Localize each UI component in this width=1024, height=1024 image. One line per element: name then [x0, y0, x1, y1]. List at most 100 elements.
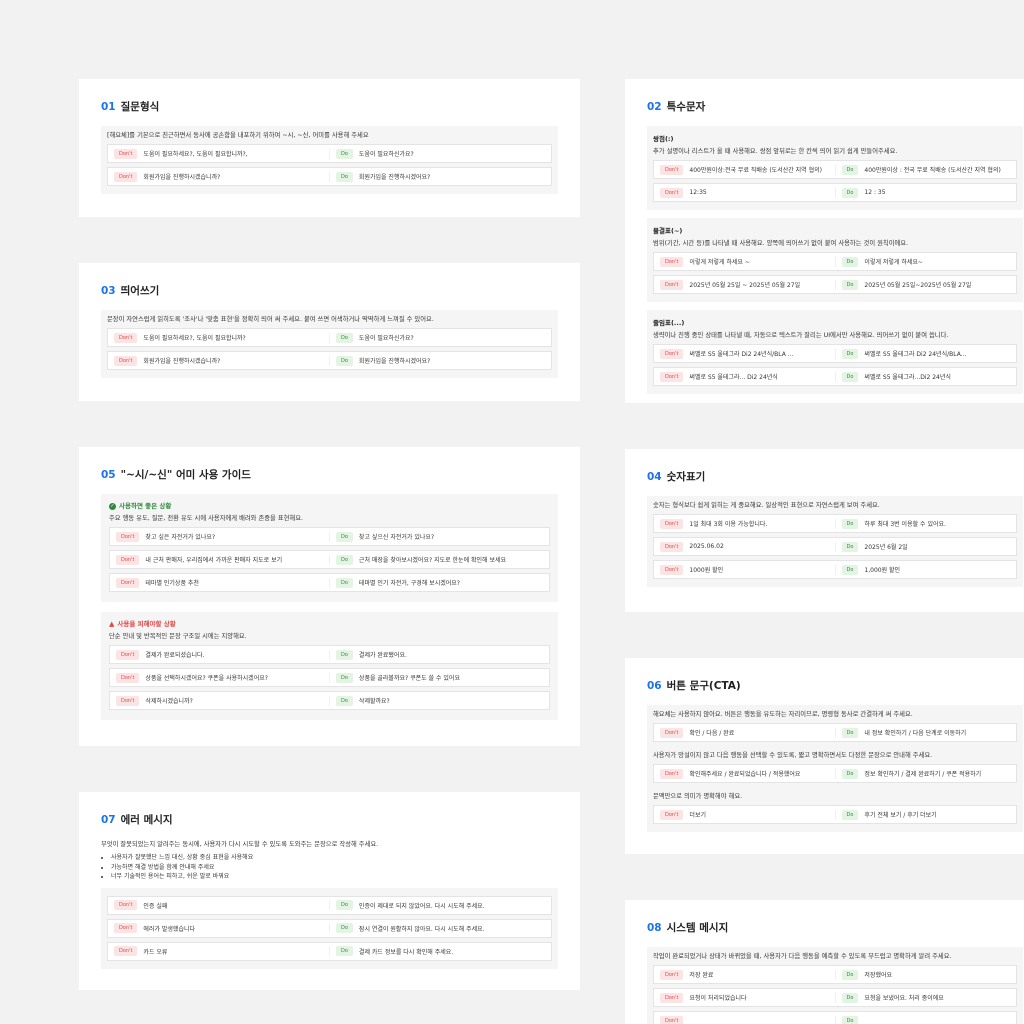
card-title: 03 띄어쓰기	[101, 285, 160, 297]
dont-example: Don't	[654, 1015, 835, 1024]
comparison-row: Don't 찾고 싶은 자전거가 있나요? Do 찾고 싶으신 자전거가 있나요?	[109, 527, 550, 546]
dont-badge: Don't	[116, 531, 140, 542]
good-usage-panel: ✓ 사용하면 좋은 상황 주요 행동 유도, 질문, 전환 유도 시에 사용자에게…	[101, 494, 558, 602]
do-example: Do 도움이 필요하신가요?	[329, 332, 551, 343]
dont-text: 테마별 인기상품 추천	[145, 580, 199, 587]
dont-example: Don't 확인해주세요 / 완료되었습니다 / 적용했어요	[654, 768, 835, 779]
example-panel: Don't 인증 실패 Do 인증이 제대로 되지 않았어요. 다시 시도해 주세요.…	[101, 887, 558, 969]
dont-text: 에러가 발생했습니다	[143, 925, 196, 933]
group-description: 범위(기간, 시간 등)를 나타낼 때 사용해요. 양쪽에 띄어쓰기 없이 붙여…	[653, 240, 909, 247]
do-example: Do 12 : 35	[834, 187, 1017, 198]
comparison-row: Don't 결제가 완료되셨습니다. Do 결제가 완료됐어요.	[109, 645, 550, 664]
dont-badge: Don't	[116, 695, 140, 706]
do-example: Do 하루 최대 3번 이용할 수 있어요.	[834, 518, 1017, 529]
dont-text: 써벨로 S5 울테그라 Di2 24년식/BLA ...	[689, 351, 794, 358]
do-example: Do 정보 확인하기 / 결제 완료하기 / 쿠폰 적용하기	[834, 768, 1017, 779]
dont-example: Don't 확인 / 다음 / 완료	[654, 727, 835, 738]
dont-example: Don't 인증 실패	[108, 900, 329, 910]
do-text: 결제 카드 정보를 다시 확인해 주세요.	[358, 948, 454, 956]
comparison-row: Don't 인증 실패 Do 인증이 제대로 되지 않았어요. 다시 시도해 주세요.	[107, 895, 552, 915]
dont-example: Don't 400만원이상:전국 무료 직배송 (도서산간 지역 협의)	[654, 164, 835, 175]
dont-example: Don't 1일 최대 3회 이용 가능합니다.	[654, 518, 835, 529]
section-description: 무엇이 잘못되었는지 알려주는 동시에, 사용자가 다시 시도할 수 있도록 도…	[101, 841, 379, 848]
do-text: 회원가입을 진행하시겠어요?	[358, 174, 431, 181]
do-badge: Do	[841, 256, 859, 267]
dont-example: Don't 2025.06.02	[654, 541, 835, 552]
do-example: Do 찾고 싶으신 자전거가 있나요?	[329, 531, 549, 542]
dont-badge: Don't	[114, 923, 138, 933]
do-example: Do 회원가입을 진행하시겠어요?	[329, 171, 551, 182]
do-badge: Do	[841, 969, 859, 980]
dont-example: Don't 써벨로 S5 울테그라... Di2 24년식	[654, 371, 835, 382]
do-text: 2025년 05월 25일~2025년 05월 27일	[864, 282, 972, 289]
dont-example: Don't 도움이 필요하세요?, 도움이 필요합니까?,	[108, 148, 329, 159]
card-spacing: 03 띄어쓰기 문장이 자연스럽게 읽히도록 '조사'나 '맞춤 표현'을 정확히…	[79, 263, 580, 401]
dont-example: Don't 회원가입을 진행하시겠습니까?	[108, 171, 329, 182]
section-description: 문맥만으로 의미가 명확해야 해요.	[653, 793, 743, 800]
comparison-row: Don't 12:35 Do 12 : 35	[653, 183, 1017, 202]
dont-badge: Don't	[660, 564, 684, 575]
dont-badge: Don't	[660, 727, 684, 738]
dont-example: Don't 결제가 완료되셨습니다.	[110, 649, 329, 660]
card-system-message: 08 시스템 메시지 작업이 완료되었거나 상태가 바뀌었을 때, 사용자가 다음…	[625, 900, 1024, 1024]
do-text: 1,000원 할인	[864, 567, 901, 574]
comparison-row: Don't 도움이 필요하세요?, 도움이 필요합니까? Do 도움이 필요하신가요?	[107, 328, 552, 347]
dont-badge: Don't	[660, 992, 684, 1003]
dont-badge: Don't	[660, 164, 684, 175]
comparison-row: Don't 2025년 05월 25일 ~ 2025년 05월 27일 Do 2025…	[653, 275, 1017, 294]
do-badge: Do	[841, 768, 859, 779]
do-text: 도움이 필요하신가요?	[358, 335, 414, 342]
card-question-format: 01 질문형식 [해요체]를 기본으로 친근하면서 동사에 공손함을 내포하기 위…	[79, 79, 580, 217]
comparison-row: Don't 1000원 할인 Do 1,000원 할인	[653, 560, 1017, 579]
dont-badge: Don't	[114, 946, 138, 956]
comparison-row: Don't 400만원이상:전국 무료 직배송 (도서산간 지역 협의) Do 400…	[653, 160, 1017, 179]
bad-usage-panel: ▲ 사용을 피해야할 상황 단순 안내 및 반복적인 문장 구조일 시에는 지양해…	[101, 612, 558, 720]
do-text: 내 정보 확인하기 / 다음 단계로 이동하기	[864, 730, 967, 737]
card-title: 01 질문형식	[101, 101, 160, 113]
example-panel: 숫자는 형식보다 쉽게 읽히는 게 중요해요. 일상적인 표현으로 자연스럽게 …	[647, 496, 1023, 587]
comparison-row: Don't 카드 오류 Do 결제 카드 정보를 다시 확인해 주세요.	[107, 941, 552, 961]
do-text: 저장했어요	[864, 972, 893, 979]
comparison-row: Don't 삭제하시겠습니까? Do 삭제할까요?	[109, 691, 550, 710]
do-text: 써벨로 S5 울테그라 Di2 24년식/BLA...	[864, 351, 967, 358]
do-badge: Do	[336, 554, 353, 565]
section-description: 사용자가 망설이지 않고 다음 행동을 선택할 수 있도록, 짧고 명확하면서도…	[653, 752, 933, 759]
comparison-row: Don't 회원가입을 진행하시겠습니까? Do 회원가입을 진행하시겠어요?	[107, 351, 552, 370]
example-panel: 해요체는 사용하지 않아요. 버튼은 행동을 유도하는 자리이므로, 명령형 동…	[647, 705, 1023, 832]
section-description: 해요체는 사용하지 않아요. 버튼은 행동을 유도하는 자리이므로, 명령형 동…	[653, 711, 913, 718]
card-title: 04 숫자표기	[647, 471, 706, 483]
do-badge: Do	[841, 279, 859, 290]
dont-badge: Don't	[114, 148, 138, 159]
comparison-row: Don't 써벨로 S5 울테그라 Di2 24년식/BLA ... Do 써벨로 S…	[653, 344, 1017, 363]
do-text: 회원가입을 진행하시겠어요?	[358, 358, 431, 365]
group-label: 쌍점(:)	[653, 135, 674, 143]
dont-text: 2025년 05월 25일 ~ 2025년 05월 27일	[689, 282, 801, 289]
do-badge: Do	[841, 992, 859, 1003]
do-example: Do 써벨로 S5 울테그라...Di2 24년식	[834, 371, 1017, 382]
do-text: 상품을 골라볼까요? 쿠폰도 쓸 수 있어요	[358, 675, 460, 682]
card-special-characters: 02 특수문자 쌍점(:) 추가 설명이나 리스트가 올 때 사용해요. 쌍점 앞…	[625, 79, 1024, 403]
do-text: 정보 확인하기 / 결제 완료하기 / 쿠폰 적용하기	[864, 771, 982, 778]
comparison-row: Don't 회원가입을 진행하시겠습니까? Do 회원가입을 진행하시겠어요?	[107, 167, 552, 186]
dont-text: 회원가입을 진행하시겠습니까?	[143, 358, 221, 365]
comparison-row: Don't 요청이 처리되었습니다 Do 요청을 보냈어요. 처리 중이에요	[653, 988, 1017, 1007]
dont-badge: Don't	[116, 672, 140, 683]
do-badge: Do	[336, 171, 353, 182]
example-panel: 문장이 자연스럽게 읽히도록 '조사'나 '맞춤 표현'을 정확히 띄어 써 주…	[101, 310, 558, 378]
do-example: Do 써벨로 S5 울테그라 Di2 24년식/BLA...	[834, 348, 1017, 359]
dont-badge: Don't	[660, 256, 684, 267]
guideline-list: 사용자가 잘못했단 느낌 대신, 상황 중심 표현을 사용해요 가능하면 해결 …	[111, 853, 558, 882]
dont-badge: Don't	[660, 518, 684, 529]
dont-badge: Don't	[660, 187, 684, 198]
check-circle-icon: ✓	[109, 502, 116, 510]
do-text: 근처 매장을 찾아보시겠어요? 지도로 한눈에 확인해 보세요	[358, 557, 507, 564]
do-badge: Do	[841, 164, 859, 175]
dont-example: Don't 도움이 필요하세요?, 도움이 필요합니까?	[108, 332, 329, 343]
dont-text: 이렇게 저렇게 하세요 ~	[689, 259, 750, 266]
do-example: Do 결제 카드 정보를 다시 확인해 주세요.	[329, 946, 551, 956]
section-description: 작업이 완료되었거나 상태가 바뀌었을 때, 사용자가 다음 행동을 예측할 수…	[653, 953, 952, 960]
comparison-row: Don't Do	[653, 1011, 1017, 1024]
do-badge: Do	[841, 541, 859, 552]
do-example: Do 내 정보 확인하기 / 다음 단계로 이동하기	[834, 727, 1017, 738]
comparison-row: Don't 확인 / 다음 / 완료 Do 내 정보 확인하기 / 다음 단계로 이동…	[653, 723, 1017, 742]
